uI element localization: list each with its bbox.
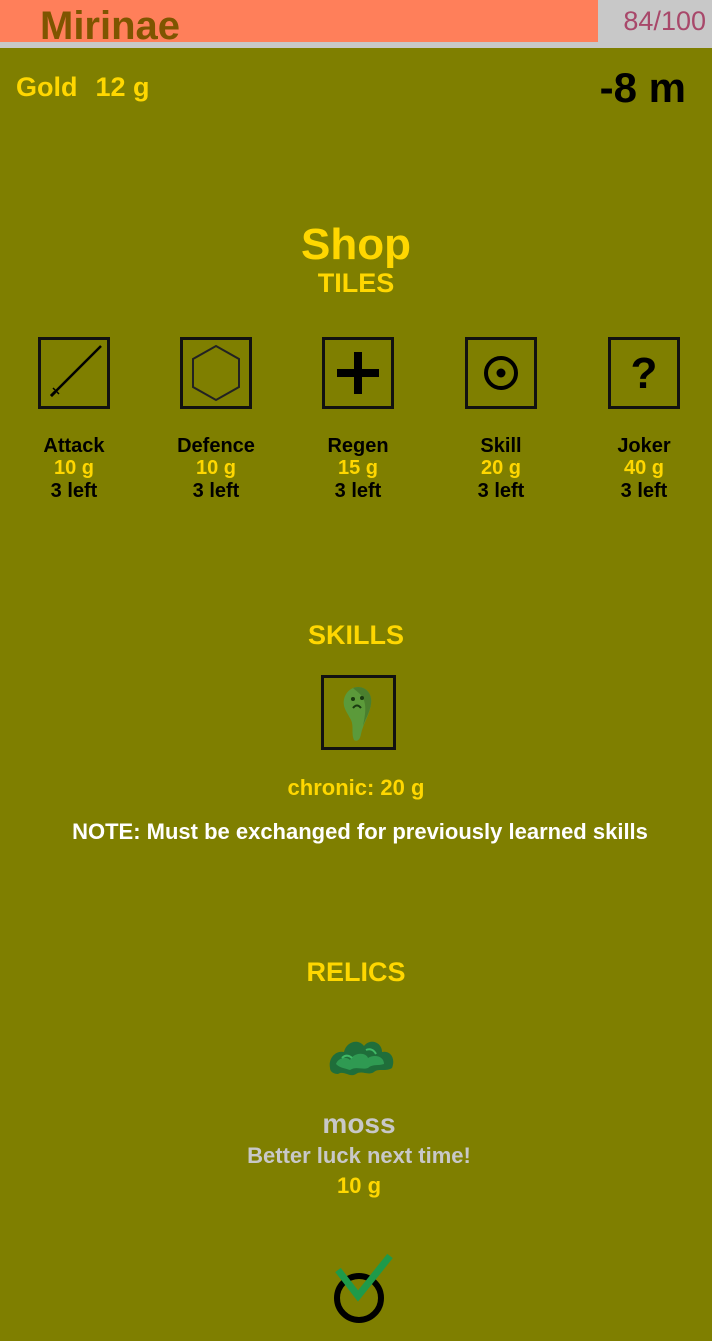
tile-price: 15 g: [337, 457, 379, 479]
tile-name: Regen: [327, 435, 389, 457]
depth-indicator: -8 m: [599, 64, 686, 111]
tile-name: Defence: [177, 435, 255, 457]
svg-text:?: ?: [631, 349, 658, 398]
plus-icon[interactable]: [322, 337, 394, 409]
target-icon[interactable]: [465, 337, 537, 409]
relic-description: Better luck next time!: [247, 1143, 471, 1168]
tile-stock: 3 left: [334, 480, 382, 502]
tile-price: 10 g: [195, 457, 237, 479]
shop-title: Shop: [301, 220, 411, 269]
tile-price: 10 g: [53, 457, 95, 479]
tile-name: Attack: [43, 435, 105, 457]
hexagon-shield-icon[interactable]: [180, 337, 252, 409]
relics-heading: RELICS: [306, 957, 406, 987]
tile-stock: 3 left: [50, 480, 98, 502]
checkmark-confirm-icon[interactable]: [328, 1252, 394, 1326]
question-icon[interactable]: ?: [608, 337, 680, 409]
player-name: Mirinae: [40, 4, 181, 48]
tile-stock: 3 left: [192, 480, 240, 502]
tile-attack[interactable]: Attack 10 g 3 left: [4, 337, 144, 503]
health-value: 84/100: [623, 6, 706, 36]
tile-name: Skill: [480, 435, 522, 457]
tile-name: Joker: [617, 435, 671, 457]
skill-price: chronic: 20 g: [287, 775, 425, 800]
health-bar: Mirinae 84/100: [0, 0, 712, 48]
tile-stock: 3 left: [477, 480, 525, 502]
relic-price: 10 g: [336, 1173, 382, 1198]
tile-defence[interactable]: Defence 10 g 3 left: [146, 337, 286, 503]
moss-relic-icon[interactable]: [322, 1028, 398, 1080]
gold-display: Gold 12 g: [16, 72, 168, 103]
gold-value: 12 g: [95, 72, 150, 102]
tiles-heading: TILES: [317, 268, 395, 298]
gold-label: Gold: [16, 72, 78, 102]
tile-price: 20 g: [480, 457, 522, 479]
relic-name: moss: [322, 1108, 396, 1139]
tile-regen[interactable]: Regen 15 g 3 left: [288, 337, 428, 503]
skills-heading: SKILLS: [307, 620, 404, 650]
ghost-skill-icon[interactable]: [321, 675, 396, 750]
tile-skill[interactable]: Skill 20 g 3 left: [431, 337, 571, 503]
tile-price: 40 g: [623, 457, 665, 479]
skill-exchange-note: NOTE: Must be exchanged for previously l…: [72, 819, 648, 844]
tile-stock: 3 left: [620, 480, 668, 502]
tile-joker[interactable]: ? Joker 40 g 3 left: [574, 337, 712, 503]
sword-icon[interactable]: [38, 337, 110, 409]
